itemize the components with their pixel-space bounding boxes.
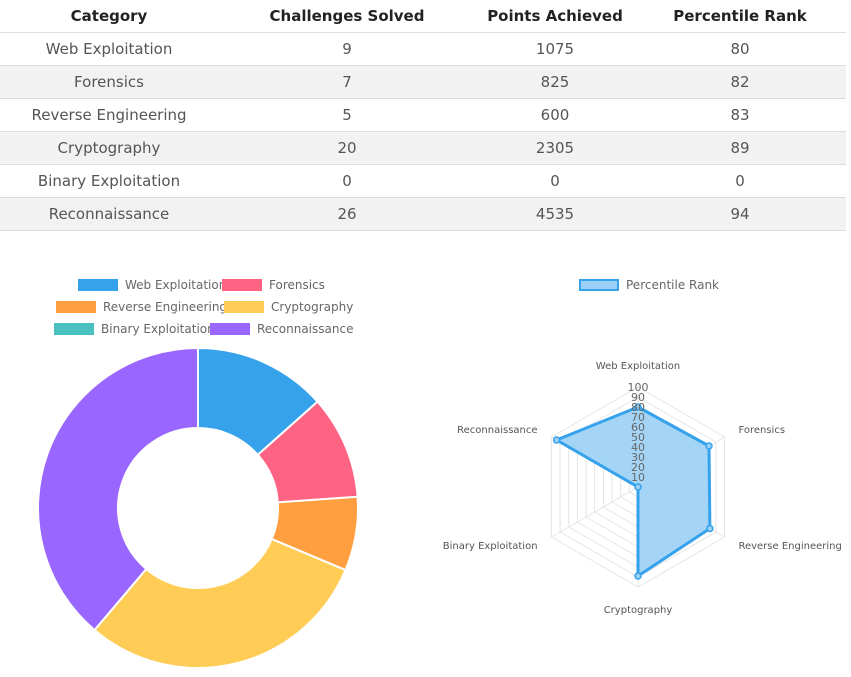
legend-swatch: [56, 301, 96, 313]
radar-tick-label: 100: [628, 381, 649, 394]
cell-percentile: 83: [634, 98, 846, 132]
cell-category: Cryptography: [0, 131, 218, 165]
legend-item-binary-exploitation[interactable]: Binary Exploitation: [54, 322, 215, 336]
cell-percentile: 94: [634, 197, 846, 231]
cell-points: 600: [476, 98, 634, 132]
legend-label: Forensics: [269, 278, 325, 292]
legend-item-web-exploitation[interactable]: Web Exploitation: [78, 278, 226, 292]
radar-axis-label-forensics: Forensics: [738, 425, 785, 436]
radar-chart: 102030405060708090100Web ExploitationFor…: [443, 361, 842, 616]
legend-label: Web Exploitation: [125, 278, 227, 292]
legend-item-percentile-rank[interactable]: Percentile Rank: [579, 278, 719, 292]
cell-challenges: 7: [218, 65, 476, 99]
radar-point-reverse-engineering[interactable]: [706, 524, 714, 533]
radar-legend: Percentile Rank: [579, 278, 779, 296]
legend-swatch: [210, 323, 250, 335]
cell-points: 4535: [476, 197, 634, 231]
radar-axis-label-reverse-engineering: Reverse Engineering: [738, 541, 841, 552]
table-row: Web Exploitation 9 1075 80: [0, 32, 846, 66]
radar-point-cryptography[interactable]: [634, 572, 642, 580]
header-challenges-solved[interactable]: Challenges Solved: [218, 0, 476, 33]
header-percentile-rank[interactable]: Percentile Rank: [634, 0, 846, 33]
table-row: Reconnaissance 26 4535 94: [0, 197, 846, 231]
table-header-row: Category Challenges Solved Points Achiev…: [0, 0, 846, 33]
cell-points: 825: [476, 65, 634, 99]
cell-challenges: 26: [218, 197, 476, 231]
cell-percentile: 89: [634, 131, 846, 165]
legend-swatch: [54, 323, 94, 335]
cell-category: Web Exploitation: [0, 32, 218, 66]
legend-swatch: [579, 279, 619, 291]
legend-label: Reconnaissance: [257, 322, 354, 336]
cell-points: 1075: [476, 32, 634, 66]
radar-axis-label-reconnaissance: Reconnaissance: [457, 425, 537, 436]
cell-challenges: 0: [218, 164, 476, 198]
legend-label: Reverse Engineering: [103, 300, 228, 314]
header-category[interactable]: Category: [0, 0, 218, 33]
radar-point-binary-exploitation[interactable]: [634, 483, 642, 491]
cell-challenges: 9: [218, 32, 476, 66]
cell-category: Reconnaissance: [0, 197, 218, 231]
legend-swatch: [224, 301, 264, 313]
cell-category: Reverse Engineering: [0, 98, 218, 132]
table-row: Cryptography 20 2305 89: [0, 131, 846, 165]
radar-axis-label-web-exploitation: Web Exploitation: [596, 361, 680, 372]
radar-point-reconnaissance[interactable]: [552, 436, 561, 444]
table-row: Binary Exploitation 0 0 0: [0, 164, 846, 198]
cell-percentile: 80: [634, 32, 846, 66]
header-points-achieved[interactable]: Points Achieved: [476, 0, 634, 33]
cell-category: Forensics: [0, 65, 218, 99]
cell-challenges: 20: [218, 131, 476, 165]
stats-table: Category Challenges Solved Points Achiev…: [0, 0, 846, 231]
legend-swatch: [222, 279, 262, 291]
legend-label: Binary Exploitation: [101, 322, 215, 336]
cell-challenges: 5: [218, 98, 476, 132]
legend-label: Cryptography: [271, 300, 354, 314]
radar-point-forensics[interactable]: [705, 442, 713, 450]
legend-item-reverse-engineering[interactable]: Reverse Engineering: [56, 300, 227, 314]
cell-points: 0: [476, 164, 634, 198]
cell-points: 2305: [476, 131, 634, 165]
cell-category: Binary Exploitation: [0, 164, 218, 198]
legend-item-cryptography[interactable]: Cryptography: [224, 300, 353, 314]
doughnut-chart: [37, 346, 359, 669]
table-row: Reverse Engineering 5 600 83: [0, 98, 846, 132]
doughnut-legend: Web Exploitation Forensics Reverse Engin…: [0, 278, 400, 344]
table-row: Forensics 7 825 82: [0, 65, 846, 99]
cell-percentile: 82: [634, 65, 846, 99]
legend-swatch: [78, 279, 118, 291]
legend-item-reconnaissance[interactable]: Reconnaissance: [210, 322, 353, 336]
radar-axis-label-cryptography: Cryptography: [604, 605, 673, 616]
cell-percentile: 0: [634, 164, 846, 198]
radar-axis-label-binary-exploitation: Binary Exploitation: [443, 541, 538, 552]
legend-item-forensics[interactable]: Forensics: [222, 278, 325, 292]
legend-label: Percentile Rank: [626, 278, 719, 292]
